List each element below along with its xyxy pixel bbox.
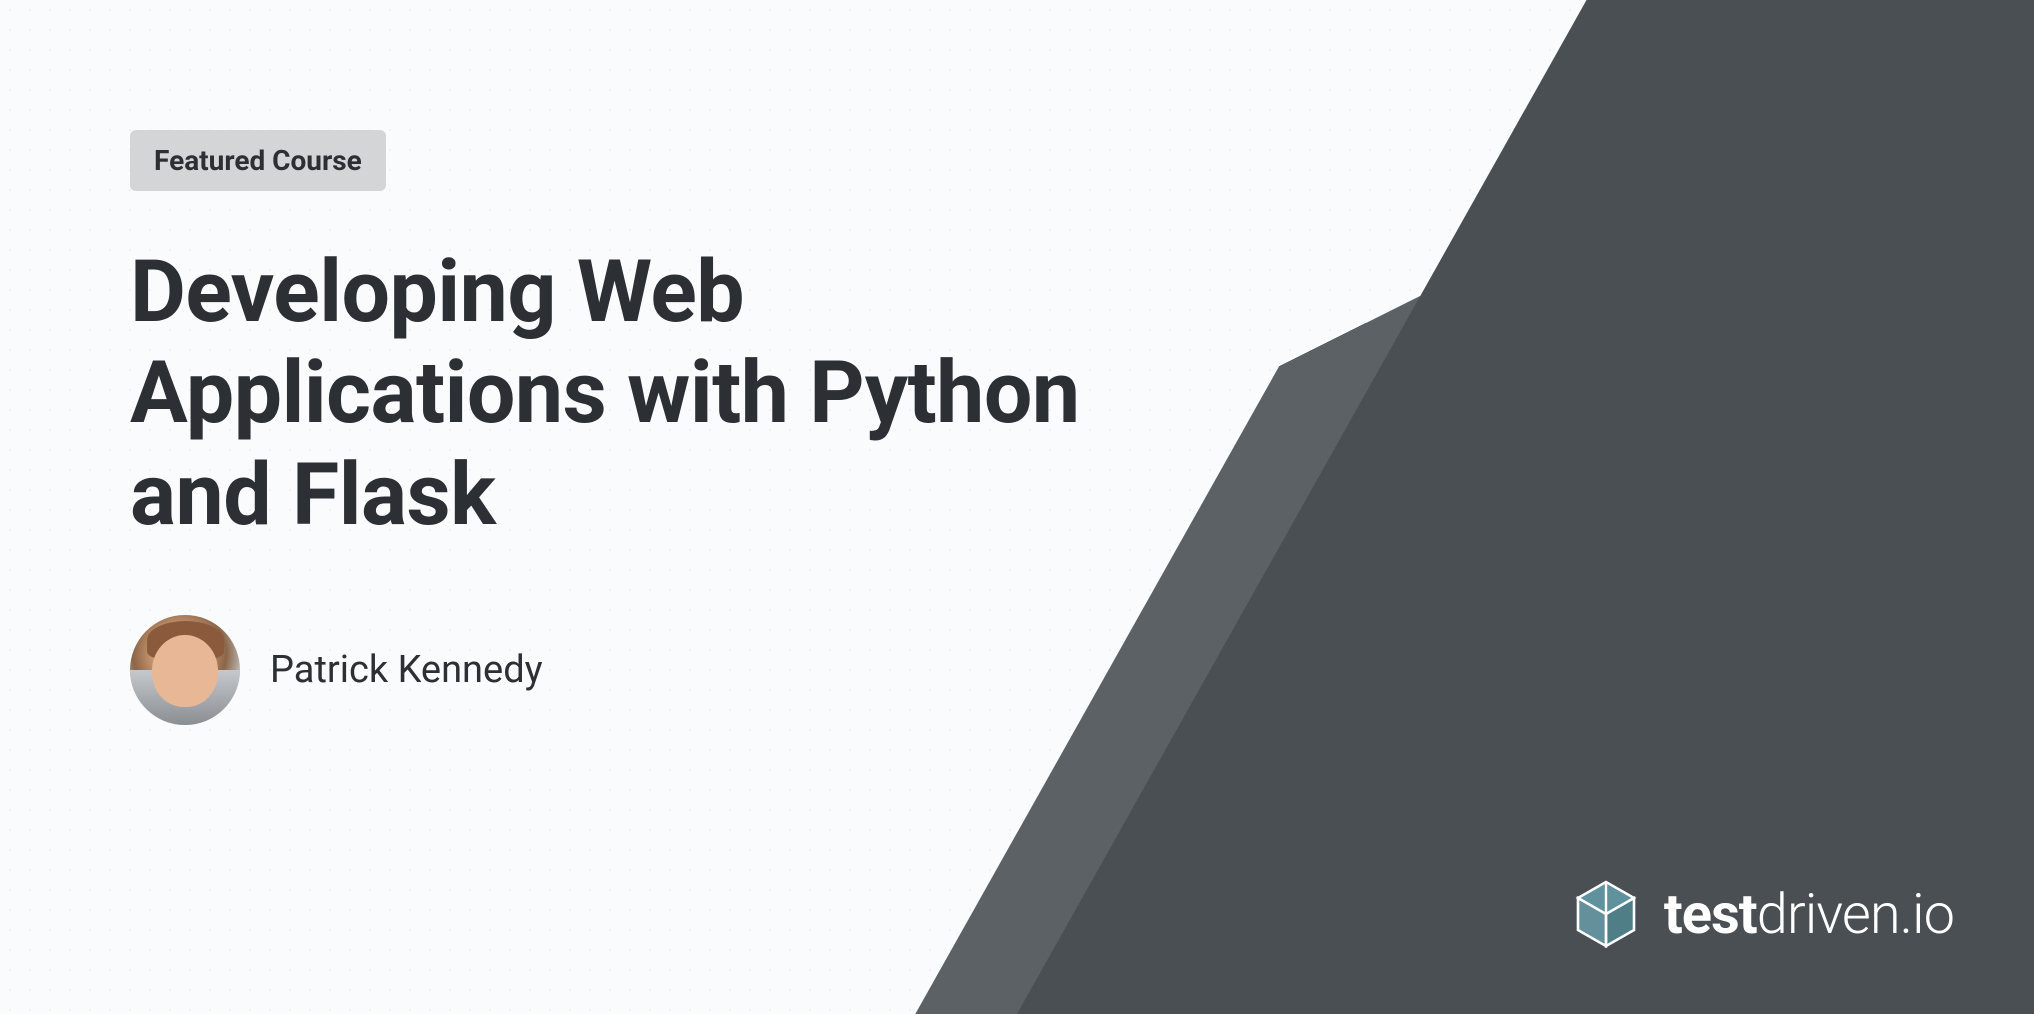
author-name: Patrick Kennedy: [270, 648, 543, 692]
course-title: Developing Web Applications with Python …: [130, 241, 1100, 545]
testdriven-logo-icon: [1566, 874, 1646, 954]
author-section: Patrick Kennedy: [130, 615, 1100, 725]
featured-badge: Featured Course: [130, 130, 386, 191]
brand-logo: testdriven.io: [1566, 874, 1954, 954]
author-avatar: [130, 615, 240, 725]
brand-name: testdriven.io: [1664, 881, 1954, 947]
brand-name-bold: test: [1664, 881, 1757, 947]
main-content: Featured Course Developing Web Applicati…: [0, 0, 1100, 725]
brand-name-light: driven.io: [1757, 881, 1954, 947]
